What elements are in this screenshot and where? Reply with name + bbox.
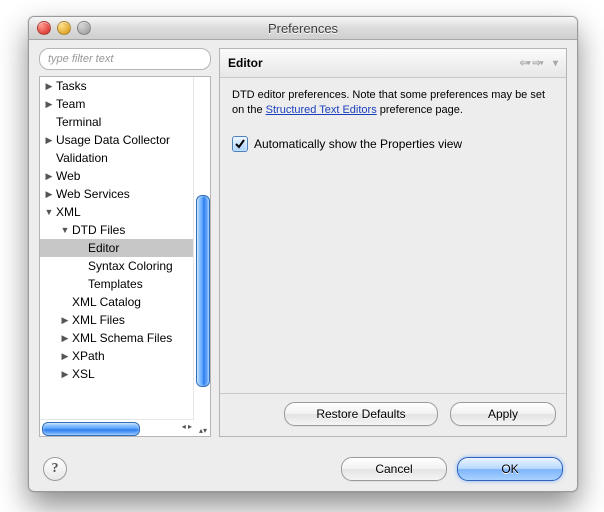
tree-item[interactable]: ▼XML xyxy=(40,203,194,221)
chevron-down-icon[interactable]: ▼ xyxy=(60,221,70,239)
tree-item-label: Tasks xyxy=(56,77,87,95)
ok-button[interactable]: OK xyxy=(457,457,563,481)
tree-item-label: Usage Data Collector xyxy=(56,131,170,149)
chevron-right-icon[interactable]: ▶ xyxy=(44,77,54,95)
chevron-right-icon[interactable]: ▶ xyxy=(44,167,54,185)
chevron-right-icon[interactable]: ▶ xyxy=(44,131,54,149)
tree-item-label: XML xyxy=(56,203,81,221)
chevron-right-icon[interactable]: ▶ xyxy=(44,95,54,113)
tree-item[interactable]: Editor xyxy=(40,239,194,257)
vertical-scrollbar[interactable] xyxy=(193,77,210,420)
horizontal-scrollbar[interactable]: ◂ ▸ xyxy=(40,419,194,436)
tree-item-label: Syntax Coloring xyxy=(88,257,173,275)
tree-item-label: Terminal xyxy=(56,113,101,131)
apply-button[interactable]: Apply xyxy=(450,402,556,426)
forward-icon[interactable]: ⇨▾ xyxy=(533,58,544,69)
structured-text-editors-link[interactable]: Structured Text Editors xyxy=(266,104,377,116)
page-title: Editor xyxy=(228,56,263,70)
menu-chevron-icon[interactable]: ▾ xyxy=(553,58,558,69)
horizontal-scroll-thumb[interactable] xyxy=(42,422,140,436)
tree-item[interactable]: Syntax Coloring xyxy=(40,257,194,275)
chevron-right-icon[interactable]: ▶ xyxy=(60,311,70,329)
titlebar[interactable]: Preferences xyxy=(29,17,577,40)
tree-item[interactable]: ▶Tasks xyxy=(40,77,194,95)
tree-item-label: Editor xyxy=(88,239,119,257)
zoom-icon[interactable] xyxy=(77,21,91,35)
tree-item[interactable]: ▶Web Services xyxy=(40,185,194,203)
help-icon[interactable]: ? xyxy=(43,457,67,481)
preferences-window: Preferences type filter text ▶Tasks▶Team… xyxy=(28,16,578,492)
tree-item-label: Team xyxy=(56,95,85,113)
tree-item-label: XML Schema Files xyxy=(72,329,172,347)
minimize-icon[interactable] xyxy=(57,21,71,35)
tree-item-label: XPath xyxy=(72,347,105,365)
tree-item[interactable]: ▶XML Files xyxy=(40,311,194,329)
auto-show-properties-checkbox[interactable] xyxy=(232,136,248,152)
tree-item[interactable]: ▶XPath xyxy=(40,347,194,365)
tree-item[interactable]: ▶Web xyxy=(40,167,194,185)
tree-item-label: XML Catalog xyxy=(72,293,141,311)
tree-item[interactable]: ▶XML Schema Files xyxy=(40,329,194,347)
tree-item-label: Validation xyxy=(56,149,108,167)
window-title: Preferences xyxy=(29,21,577,36)
tree-item-label: XML Files xyxy=(72,311,125,329)
preference-tree[interactable]: ▶Tasks▶TeamTerminal▶Usage Data Collector… xyxy=(40,77,194,420)
tree-item[interactable]: Templates xyxy=(40,275,194,293)
content-pane: Editor ⇦▾ ⇨▾ ▾ DTD editor preferences. N… xyxy=(219,48,567,437)
chevron-right-icon[interactable]: ▶ xyxy=(60,365,70,383)
restore-defaults-button[interactable]: Restore Defaults xyxy=(284,402,438,426)
page-description: DTD editor preferences. Note that some p… xyxy=(232,88,554,118)
tree-item-label: Web Services xyxy=(56,185,130,203)
filter-input[interactable]: type filter text xyxy=(39,48,211,70)
tree-item[interactable]: Terminal xyxy=(40,113,194,131)
tree-item-label: Web xyxy=(56,167,80,185)
chevron-right-icon[interactable]: ▶ xyxy=(44,185,54,203)
tree-item[interactable]: Validation xyxy=(40,149,194,167)
close-icon[interactable] xyxy=(37,21,51,35)
tree-item[interactable]: ▶Team xyxy=(40,95,194,113)
cancel-button[interactable]: Cancel xyxy=(341,457,447,481)
chevron-right-icon[interactable]: ▶ xyxy=(60,329,70,347)
tree-item[interactable]: ▼DTD Files xyxy=(40,221,194,239)
back-icon[interactable]: ⇦▾ xyxy=(520,58,531,69)
tree-item-label: Templates xyxy=(88,275,143,293)
tree-item-label: DTD Files xyxy=(72,221,125,239)
tree-item-label: XSL xyxy=(72,365,95,383)
vertical-scroll-thumb[interactable] xyxy=(196,195,210,387)
tree-item[interactable]: ▶XSL xyxy=(40,365,194,383)
auto-show-properties-label: Automatically show the Properties view xyxy=(254,137,462,151)
tree-item[interactable]: XML Catalog xyxy=(40,293,194,311)
tree-pane: type filter text ▶Tasks▶TeamTerminal▶Usa… xyxy=(39,48,211,437)
tree-item[interactable]: ▶Usage Data Collector xyxy=(40,131,194,149)
chevron-down-icon[interactable]: ▼ xyxy=(44,203,54,221)
chevron-right-icon[interactable]: ▶ xyxy=(60,347,70,365)
